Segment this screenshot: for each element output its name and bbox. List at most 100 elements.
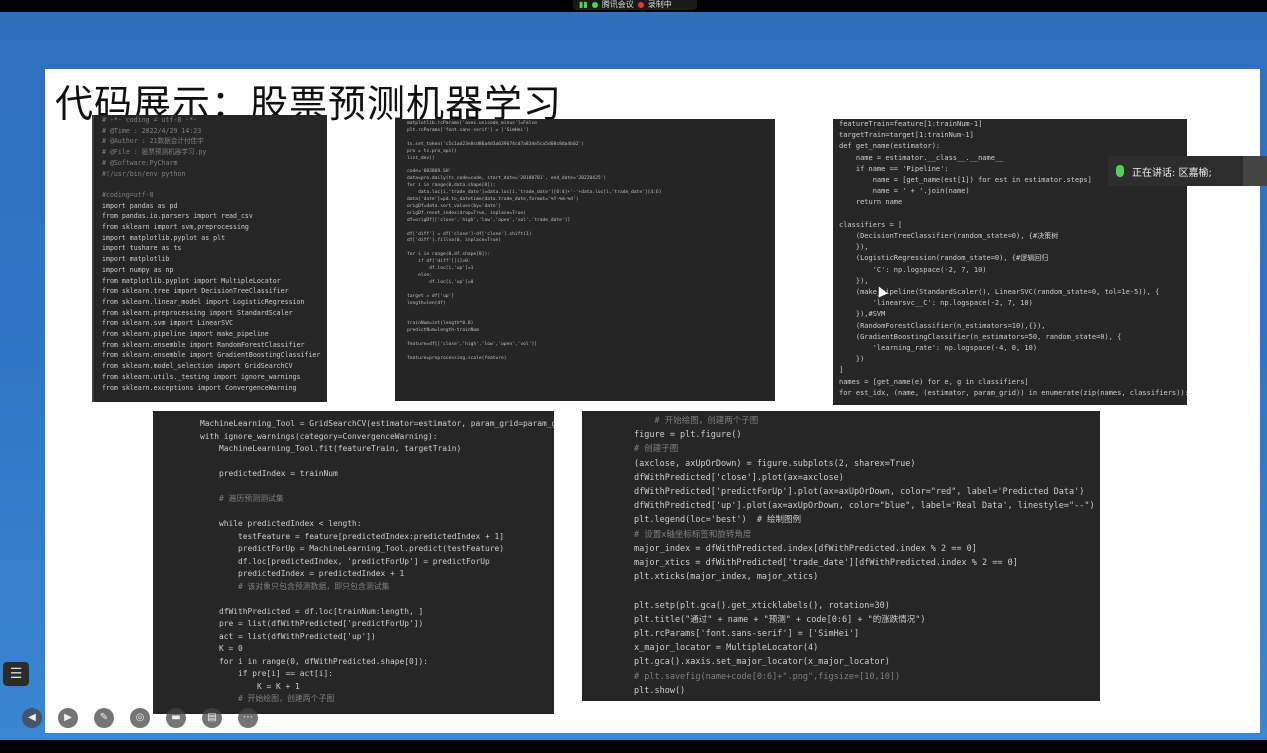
code-line: dfWithPredicted['close'].plot(ax=axclose… bbox=[634, 472, 844, 483]
code-line: # @Software:PyCharm bbox=[102, 158, 178, 167]
code-line: # @Time : 2022/4/29 14:23 bbox=[102, 126, 202, 135]
code-line: from sklearn.tree import DecisionTreeCla… bbox=[102, 287, 289, 296]
code-panel-plotting: # 开始绘图，创建两个子图 figure = plt.figure() # 创建子图… bbox=[582, 411, 1100, 701]
active-speaker-indicator: 正在讲话: 区嘉榆; bbox=[1108, 156, 1267, 186]
code-line: pro = ts.pro_api() bbox=[407, 148, 457, 154]
code-line: if df['diff'][i]>0: bbox=[407, 259, 471, 265]
code-line: major_index = dfWithPredicted.index[dfWi… bbox=[634, 543, 977, 554]
code-line: MachineLearning_Tool = GridSearchCV(esti… bbox=[181, 419, 554, 428]
code-line: data['date']=pd.to_datetime(data.trade_d… bbox=[407, 196, 579, 202]
code-line: while predictedIndex < length: bbox=[181, 519, 362, 528]
code-line: from sklearn.pipeline import make_pipeli… bbox=[102, 330, 269, 339]
code-line: origDf=data.sort_values(by='date') bbox=[407, 203, 502, 209]
code-line: names = [get_name(e) for e, g in classif… bbox=[839, 377, 1029, 386]
code-line: (make_pipeline(StandardScaler(), LinearS… bbox=[839, 288, 1160, 297]
code-line: # 创建子图 bbox=[634, 444, 679, 455]
code-line: dfWithPredicted['up'].plot(ax=axUpOrDown… bbox=[634, 501, 1095, 512]
code-line: from pandas.io.parsers import read_csv bbox=[102, 212, 253, 221]
next-icon[interactable]: ▶ bbox=[58, 708, 78, 728]
code-panel-data-prep: matplotlib.rcParams['axes.unicode_minus'… bbox=[395, 119, 775, 401]
recording-dot-icon bbox=[637, 2, 644, 8]
code-line: # 开始绘图，创建两个子图 bbox=[181, 694, 335, 703]
code-line: K = 0 bbox=[181, 644, 243, 653]
code-line: # @Author : 21数据会计付佳宇 bbox=[102, 137, 204, 146]
code-line: (GradientBoostingClassifier(n_estimators… bbox=[839, 332, 1122, 341]
code-line: plt.title("通过" + name + "预测" + code[0:6]… bbox=[634, 614, 926, 625]
code-line: target = df['up'] bbox=[407, 293, 455, 299]
chat-icon[interactable]: ▤ bbox=[202, 708, 222, 728]
more-icon[interactable]: ⋯ bbox=[238, 708, 258, 728]
code-line: predictedIndex = predictedIndex + 1 bbox=[181, 569, 405, 578]
code-line: predictForUp = MachineLearning_Tool.pred… bbox=[181, 544, 505, 553]
code-line: origDf.reset_index(drop=True, inplace=Tr… bbox=[407, 210, 526, 216]
code-line: (LogisticRegression(random_state=0), {#逻… bbox=[839, 254, 1049, 263]
code-line: # 该对象只包含预测数据，即只包含测试集 bbox=[181, 581, 390, 591]
meeting-app-label: 腾讯会议 bbox=[601, 0, 634, 9]
code-line: from sklearn.ensemble import GradientBoo… bbox=[102, 351, 321, 360]
code-line: from sklearn.linear_model import Logisti… bbox=[102, 297, 305, 306]
code-line: }) bbox=[839, 355, 865, 364]
code-line: act = list(dfWithPredicted['up']) bbox=[181, 631, 376, 641]
recording-label: 录制中 bbox=[647, 0, 672, 9]
code-line: major_xtics = dfWithPredicted['trade_dat… bbox=[634, 558, 1018, 569]
presentation-slide: 代码展示：股票预测机器学习 # -*- coding = utf-8 -*- # … bbox=[45, 69, 1260, 733]
code-line: x_major_locator = MultipleLocator(4) bbox=[634, 643, 819, 654]
code-line: plt.xticks(major_index, major_xtics) bbox=[634, 572, 819, 583]
code-line: # @File : 股票预测机器学习.py bbox=[102, 148, 207, 157]
code-line: matplotlib.rcParams['axes.unicode_minus'… bbox=[407, 121, 537, 126]
code-line: figure = plt.figure() bbox=[634, 430, 742, 441]
code-line: plt.rcParams['font.sans-serif'] = ['SimH… bbox=[407, 127, 529, 133]
code-line: }),#SVM bbox=[839, 310, 886, 319]
code-line: }), bbox=[839, 276, 869, 285]
meeting-status-bar[interactable]: ▮▮ 腾讯会议 录制中 bbox=[573, 0, 697, 10]
code-line: # plt.savefig(name+code[0:6]+".png",figs… bbox=[634, 671, 901, 682]
code-line: plt.legend(loc='best') # 绘制图例 bbox=[634, 515, 802, 526]
code-line: import matplotlib bbox=[102, 255, 170, 264]
code-line: from sklearn.utils._testing import ignor… bbox=[102, 372, 301, 381]
code-line: def get_name(estimator): bbox=[839, 142, 941, 151]
code-line: plt.rcParams['font.sans-serif'] = ['SimH… bbox=[634, 629, 860, 640]
code-line: # -*- coding = utf-8 -*- bbox=[102, 116, 198, 124]
code-line: if pre[i] == act[i]: bbox=[181, 669, 334, 678]
code-line: import matplotlib.pyplot as plt bbox=[102, 233, 226, 242]
code-line: import numpy as np bbox=[102, 265, 174, 274]
code-line: dfWithPredicted = df.loc[trainNum:length… bbox=[181, 606, 424, 616]
code-line: import pandas as pd bbox=[102, 201, 178, 210]
code-line: targetTrain=target[1:trainNum-1] bbox=[839, 131, 974, 140]
code-line: #!/usr/bin/env python bbox=[102, 169, 186, 178]
video-icon[interactable]: ▬ bbox=[166, 708, 186, 728]
code-line: df.loc[predictedIndex, 'predictForUp'] =… bbox=[181, 556, 490, 566]
code-line: df.loc[i,'up']=1 bbox=[407, 266, 474, 272]
camera-icon[interactable]: ◎ bbox=[130, 708, 150, 728]
code-line: from sklearn.exceptions import Convergen… bbox=[102, 383, 297, 392]
microphone-icon bbox=[1116, 165, 1124, 177]
code-line: 'linearsvc__C': np.logspace(-2, 7, 10) bbox=[839, 299, 1033, 308]
list-icon[interactable]: ☰ bbox=[3, 662, 29, 686]
code-line: ] bbox=[839, 366, 844, 375]
code-line: MachineLearning_Tool.fit(featureTrain, t… bbox=[181, 444, 462, 453]
code-line: (RandomForestClassifier(n_estimators=10)… bbox=[839, 321, 1046, 330]
code-line: ts.set_token('c5c1ad23e0cd86a4d3a639674c… bbox=[407, 141, 585, 147]
presentation-toolbar: ◀ ▶ ✎ ◎ ▬ ▤ ⋯ bbox=[22, 708, 258, 728]
code-line: df['diff'].fillna(0, inplace=True) bbox=[407, 238, 502, 244]
speaker-video-thumbnail[interactable] bbox=[1243, 156, 1267, 186]
code-line: df.loc[i,'up']=0 bbox=[407, 279, 474, 285]
code-panel-imports: # -*- coding = utf-8 -*- # @Time : 2022/4… bbox=[92, 115, 327, 402]
code-line: for i in range(0, dfWithPredicted.shape[… bbox=[181, 656, 429, 666]
code-line: predictedIndex = trainNum bbox=[181, 469, 338, 478]
pen-icon[interactable]: ✎ bbox=[94, 708, 114, 728]
code-line: featureTrain=feature[1:trainNum-1] bbox=[839, 120, 983, 128]
prev-icon[interactable]: ◀ bbox=[22, 708, 42, 728]
code-line: pre = list(dfWithPredicted['predictForUp… bbox=[181, 619, 424, 628]
code-line: plt.setp(plt.gca().get_xticklabels(), ro… bbox=[634, 600, 890, 611]
speaker-label: 正在讲话: 区嘉榆; bbox=[1132, 167, 1212, 179]
